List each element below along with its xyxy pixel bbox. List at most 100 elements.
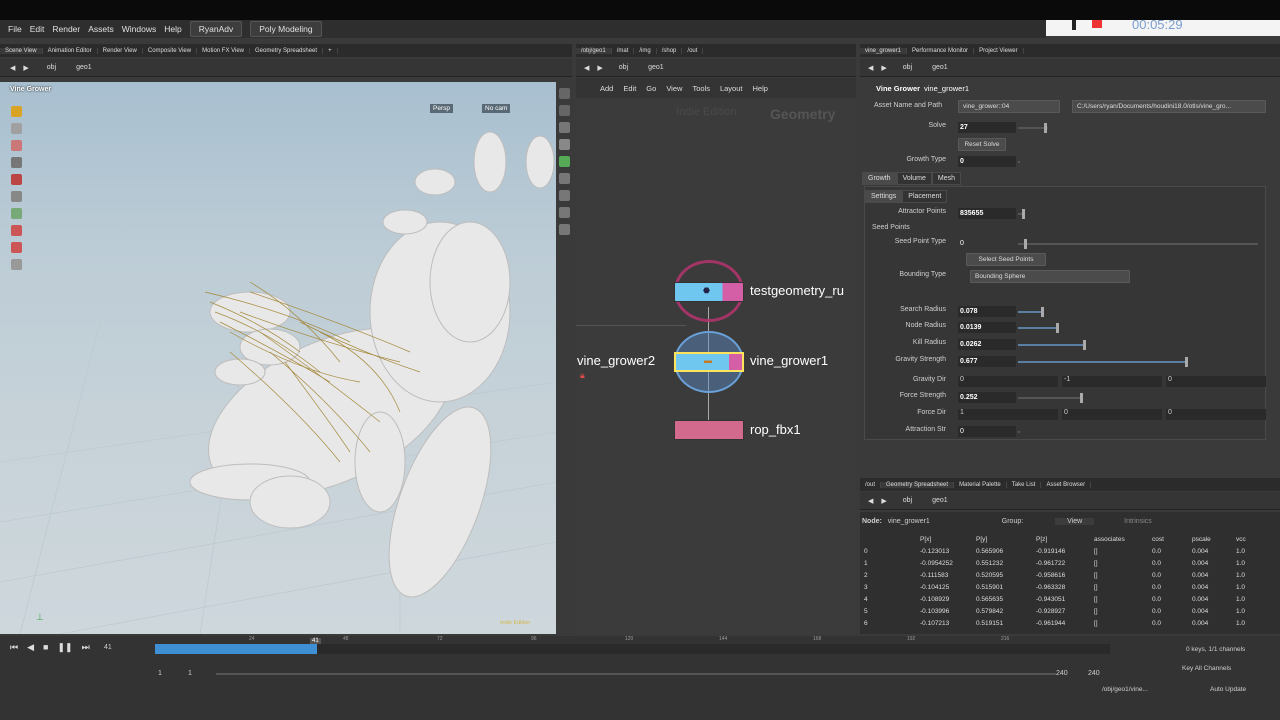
net-menu-edit[interactable]: Edit	[623, 84, 636, 93]
range-start-field[interactable]: 1	[158, 670, 162, 677]
select-tool-icon[interactable]	[10, 106, 22, 117]
tab-img[interactable]: /img	[634, 47, 657, 54]
sheet-intrinsics[interactable]: Intrinsics	[1124, 518, 1152, 525]
solve-field[interactable]: 27	[958, 122, 1016, 133]
key-all-channels-button[interactable]: Key All Channels	[1182, 665, 1231, 672]
tab-params-vine-grower1[interactable]: vine_grower1	[860, 47, 908, 54]
seed-type-field[interactable]: 0	[958, 238, 1016, 249]
tab-shop[interactable]: /shop	[657, 47, 683, 54]
tab-performance-monitor[interactable]: Performance Monitor	[907, 47, 975, 54]
display-icon[interactable]	[10, 259, 22, 270]
range-end-field[interactable]: 240	[1056, 670, 1068, 677]
seed-type-slider-knob[interactable]	[1024, 239, 1027, 249]
shading-icon[interactable]	[559, 105, 570, 116]
param-back-icon[interactable]: ◀	[868, 64, 873, 72]
seed-type-slider[interactable]	[1018, 239, 1258, 249]
attractor-slider[interactable]	[1018, 209, 1025, 219]
table-row[interactable]: 1 -0.0954252 0.551232 -0.961722 [] 0.0 0.004 1.…	[860, 557, 1250, 569]
tab-obj-geo1[interactable]: /obj/geo1	[576, 47, 612, 54]
path-root[interactable]: obj	[47, 64, 56, 71]
jump-start-icon[interactable]: ⏮	[10, 642, 18, 653]
tab-animation-editor[interactable]: Animation Editor	[43, 47, 98, 54]
attraction-field[interactable]: 0	[958, 426, 1016, 437]
menu-windows[interactable]: Windows	[122, 24, 156, 34]
param-path-root[interactable]: obj	[903, 64, 912, 71]
snap-icon[interactable]	[10, 208, 22, 219]
tab-motion-fx-view[interactable]: Motion FX View	[197, 47, 251, 54]
solve-slider-knob[interactable]	[1044, 123, 1047, 133]
col-pz[interactable]: P[z]	[1032, 533, 1090, 545]
tab-geometry-spreadsheet[interactable]: Geometry Spreadsheet	[250, 47, 324, 54]
param-field[interactable]: 0.078	[958, 306, 1016, 317]
select-seed-points-button[interactable]: Select Seed Points	[966, 253, 1046, 266]
auto-update-menu[interactable]: Auto Update	[1210, 686, 1246, 693]
force-dir-x[interactable]: 1	[958, 409, 1058, 420]
camera-menu[interactable]: Persp	[430, 104, 453, 113]
current-frame-marker[interactable]: 41	[310, 638, 321, 644]
normals-icon[interactable]	[559, 190, 570, 201]
desktop-select[interactable]: RyanAdv	[189, 21, 243, 37]
force-dir-y[interactable]: 0	[1062, 409, 1162, 420]
force-dir-z[interactable]: 0	[1166, 409, 1266, 420]
col-associates[interactable]: associates	[1090, 533, 1148, 545]
gravity-dir-y[interactable]: -1	[1062, 376, 1162, 387]
node-label-testgeometry[interactable]: testgeometry_ru	[750, 283, 844, 298]
force-strength-slider[interactable]	[1018, 393, 1083, 403]
tab-volume[interactable]: Volume	[896, 172, 932, 185]
sheet-path-node[interactable]: geo1	[932, 497, 948, 504]
param-field[interactable]: 0.0139	[958, 322, 1016, 333]
tab-placement[interactable]: Placement	[902, 190, 948, 203]
param-slider-knob[interactable]	[1082, 340, 1086, 350]
col-vcc[interactable]: vcc	[1232, 533, 1250, 545]
sheet-view-menu[interactable]: View	[1055, 518, 1095, 525]
node-testgeometry[interactable]: ⬣	[674, 282, 744, 302]
attraction-slider[interactable]	[1018, 431, 1020, 433]
sheet-path-root[interactable]: obj	[903, 497, 912, 504]
pose-tool-icon[interactable]	[10, 191, 22, 202]
attractor-field[interactable]: 835655	[958, 208, 1016, 219]
current-frame-field[interactable]: 41	[104, 644, 112, 651]
col-pscale[interactable]: pscale	[1188, 533, 1232, 545]
node-label-rop-fbx1[interactable]: rop_fbx1	[750, 422, 801, 437]
param-slider[interactable]	[1018, 357, 1188, 367]
tab-out[interactable]: /out	[682, 47, 704, 54]
bounding-type-select[interactable]: Bounding Sphere	[970, 270, 1130, 283]
tab-settings[interactable]: Settings	[865, 190, 903, 203]
path-node[interactable]: geo1	[76, 64, 92, 71]
table-row[interactable]: 3 -0.104125 0.515901 -0.963328 [] 0.0 0.004 1.0	[860, 581, 1250, 593]
param-slider-knob[interactable]	[1055, 323, 1059, 333]
col-index[interactable]	[860, 533, 916, 545]
table-row[interactable]: 0 -0.123013 0.565906 -0.919146 [] 0.0 0.004 1.0	[860, 545, 1250, 557]
pause-playback-icon[interactable]: ❚❚	[57, 642, 72, 653]
back-icon[interactable]: ◀	[10, 64, 15, 72]
tab-take-list[interactable]: Take List	[1007, 481, 1042, 488]
growth-type-slider[interactable]	[1018, 161, 1020, 163]
tab-out-bottom[interactable]: /out	[860, 481, 882, 488]
tab-material-palette[interactable]: Material Palette	[954, 481, 1007, 488]
tab-mat[interactable]: /mat	[612, 47, 635, 54]
node-label-vine-grower1[interactable]: vine_grower1	[750, 353, 828, 368]
tab-asset-browser[interactable]: Asset Browser	[1041, 481, 1092, 488]
net-menu-layout[interactable]: Layout	[720, 84, 743, 93]
table-row[interactable]: 4 -0.108929 0.565635 -0.943051 [] 0.0 0.004 1.0	[860, 593, 1250, 605]
net-menu-go[interactable]: Go	[646, 84, 656, 93]
col-px[interactable]: P[x]	[916, 533, 972, 545]
menu-render[interactable]: Render	[52, 24, 80, 34]
lighting-icon[interactable]	[559, 88, 570, 99]
gravity-dir-z[interactable]: 0	[1166, 376, 1266, 387]
ghost-icon[interactable]	[559, 207, 570, 218]
force-strength-slider-knob[interactable]	[1080, 393, 1083, 403]
render-region-icon[interactable]	[559, 224, 570, 235]
net-menu-view[interactable]: View	[666, 84, 682, 93]
network-editor[interactable]: Add Edit Go View Tools Layout Help Indie…	[576, 78, 856, 634]
net-back-icon[interactable]: ◀	[584, 64, 589, 72]
points-icon[interactable]	[559, 173, 570, 184]
table-row[interactable]: 5 -0.103996 0.579842 -0.928927 [] 0.0 0.004 1.0	[860, 605, 1250, 617]
param-slider-knob[interactable]	[1040, 307, 1044, 317]
forward-icon[interactable]: ▶	[23, 64, 28, 72]
wireframe-icon[interactable]	[559, 122, 570, 133]
attractor-slider-knob[interactable]	[1022, 209, 1025, 219]
param-field[interactable]: 0.0262	[958, 339, 1016, 350]
param-field[interactable]: 0.677	[958, 356, 1016, 367]
tab-scene-view[interactable]: Scene View	[0, 47, 43, 54]
